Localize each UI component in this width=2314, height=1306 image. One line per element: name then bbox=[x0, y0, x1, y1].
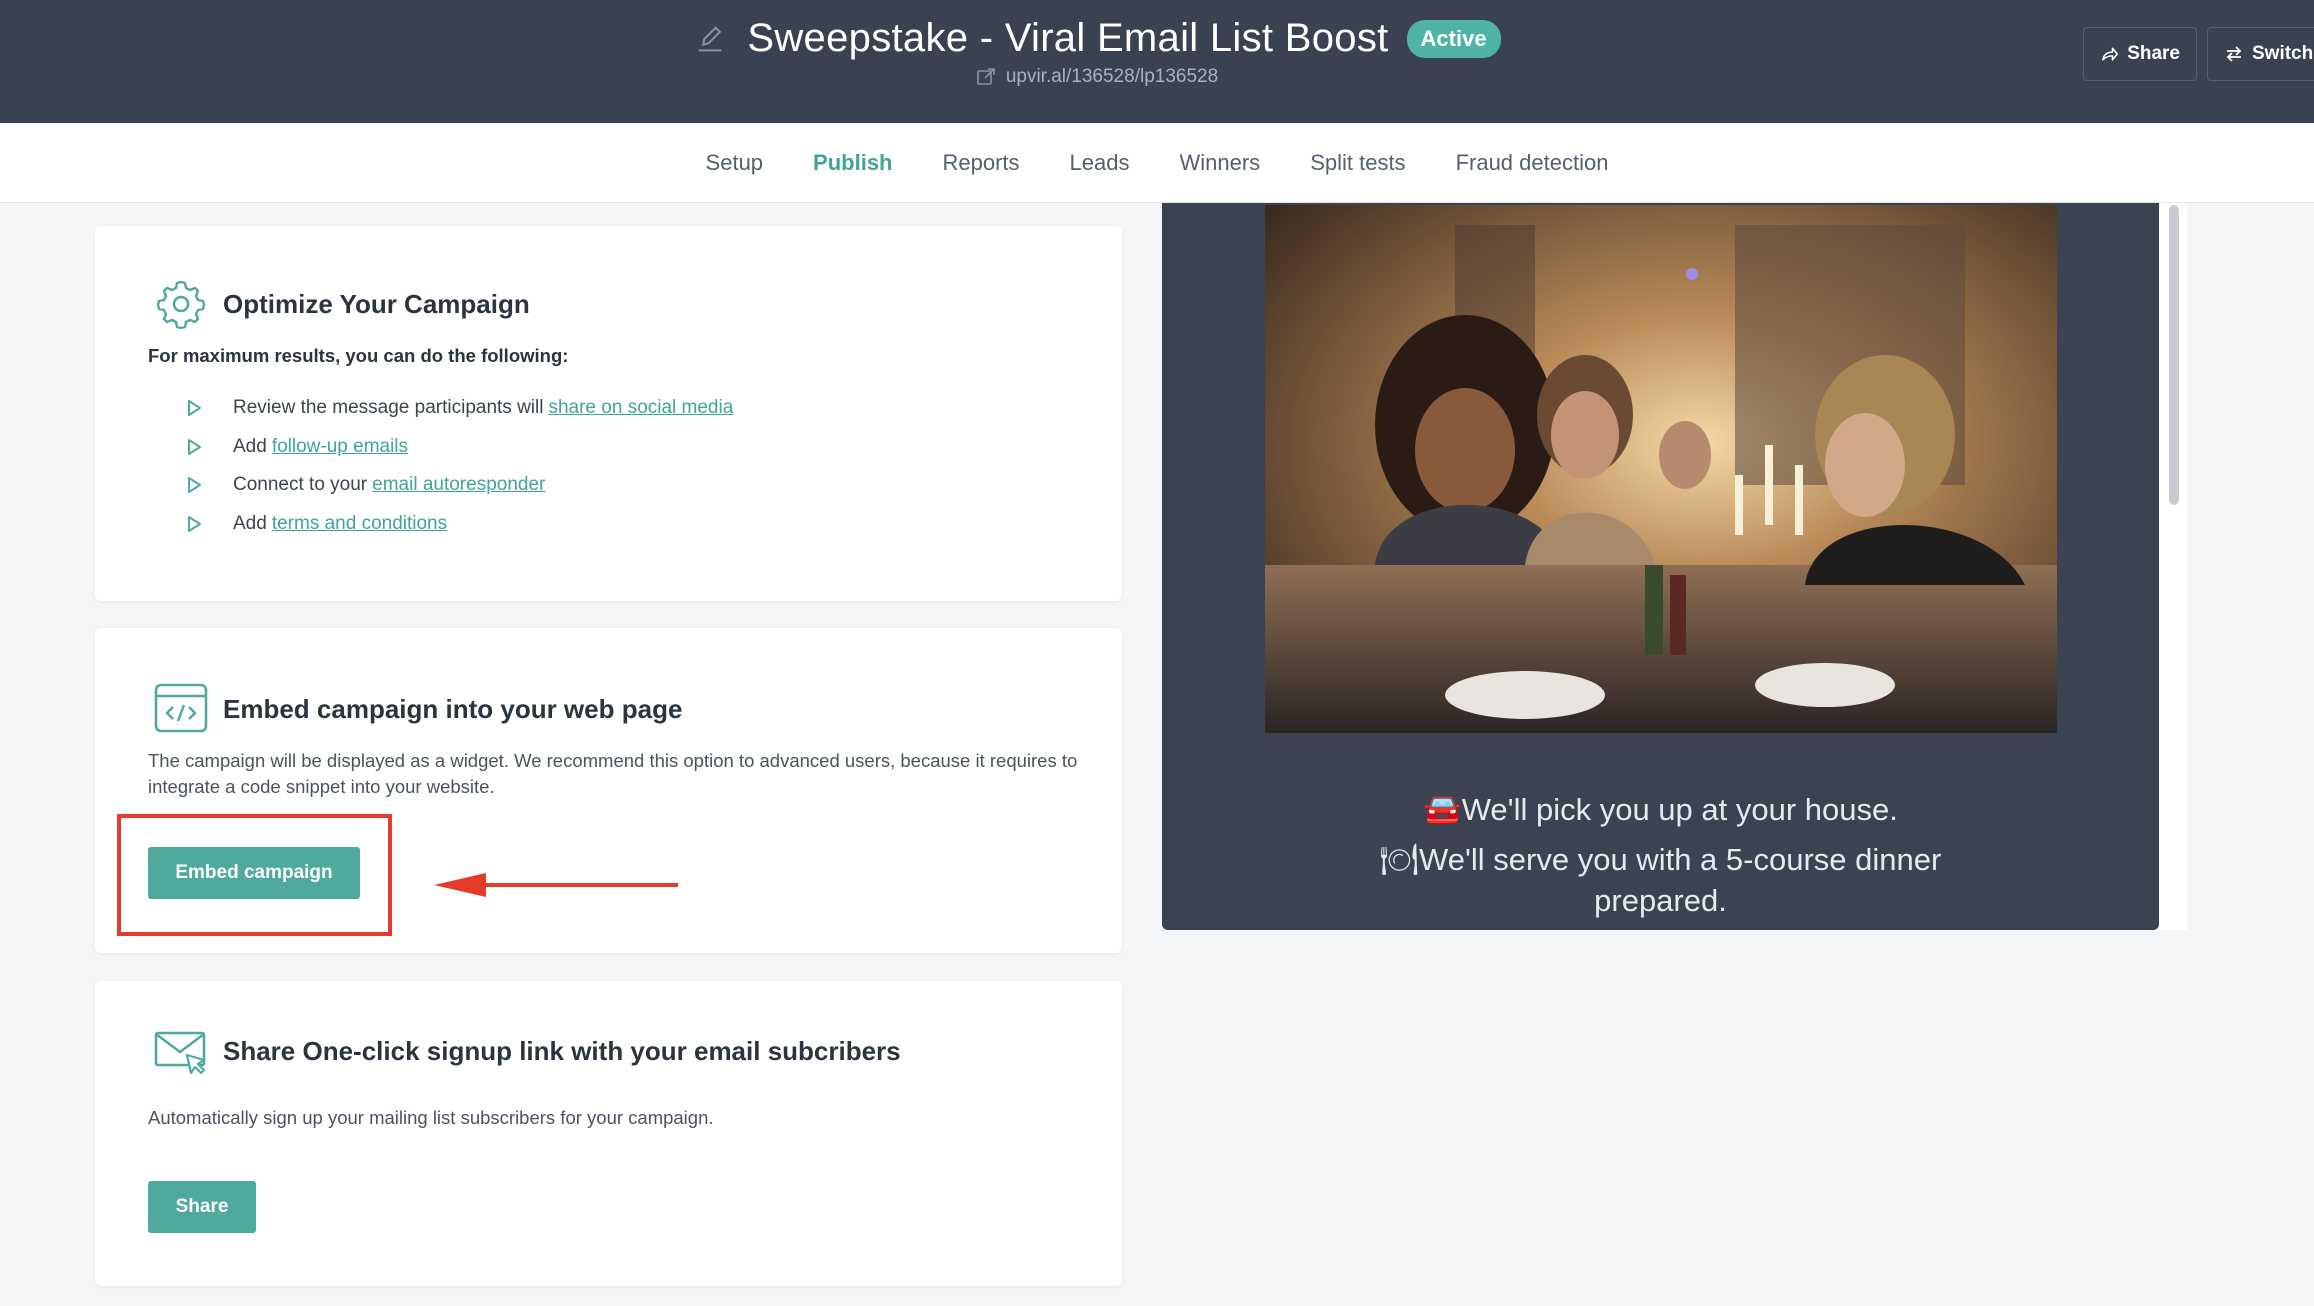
preview-line-dinner: 🍽We'll serve you with a 5-course dinner bbox=[1379, 842, 1942, 877]
tab-winners[interactable]: Winners bbox=[1180, 150, 1261, 176]
tip-text: Add bbox=[233, 435, 267, 457]
optimize-card: Optimize Your Campaign For maximum resul… bbox=[95, 226, 1122, 601]
header-switch-button[interactable]: Switch bbox=[2207, 27, 2314, 81]
list-item: Add terms and conditions bbox=[185, 505, 733, 544]
optimize-subtitle: For maximum results, you can do the foll… bbox=[148, 345, 569, 366]
list-item: Review the message participants will sha… bbox=[185, 389, 733, 428]
preview-scrollbar[interactable] bbox=[2169, 205, 2179, 505]
share-on-social-media-link[interactable]: share on social media bbox=[548, 397, 733, 419]
header-share-label: Share bbox=[2127, 43, 2180, 64]
tab-split-tests[interactable]: Split tests bbox=[1310, 150, 1405, 176]
preview-line-prepared: prepared. bbox=[1594, 883, 1727, 918]
envelope-cursor-icon bbox=[154, 1031, 206, 1075]
campaign-title: Sweepstake - Viral Email List Boost bbox=[747, 16, 1389, 60]
optimize-card-header: Optimize Your Campaign bbox=[153, 276, 530, 332]
preview-line-pickup: 🚘We'll pick you up at your house. bbox=[1423, 792, 1898, 827]
tip-text: Review the message participants will bbox=[233, 397, 544, 419]
highlight-box bbox=[117, 814, 392, 936]
campaign-url[interactable]: upvir.al/136528/lp136528 bbox=[1006, 66, 1218, 88]
tab-setup[interactable]: Setup bbox=[706, 150, 764, 176]
swap-arrows-icon bbox=[2226, 46, 2242, 62]
share-signup-title: Share One-click signup link with your em… bbox=[223, 1035, 901, 1066]
header-switch-label: Switch bbox=[2252, 43, 2314, 64]
top-header: Sweepstake - Viral Email List Boost Acti… bbox=[0, 0, 2314, 123]
share-signup-description: Automatically sign up your mailing list … bbox=[148, 1107, 714, 1128]
embed-title: Embed campaign into your web page bbox=[223, 693, 683, 724]
tab-fraud-detection[interactable]: Fraud detection bbox=[1456, 150, 1609, 176]
tab-leads[interactable]: Leads bbox=[1070, 150, 1130, 176]
play-triangle-icon bbox=[188, 477, 201, 494]
tab-publish[interactable]: Publish bbox=[813, 150, 892, 176]
code-window-icon bbox=[154, 683, 208, 733]
tips-list: Review the message participants will sha… bbox=[185, 389, 733, 543]
play-triangle-icon bbox=[188, 400, 201, 417]
gear-icon bbox=[156, 280, 206, 330]
terms-and-conditions-link[interactable]: terms and conditions bbox=[272, 513, 447, 535]
share-signup-card: Share One-click signup link with your em… bbox=[95, 981, 1122, 1286]
share-signup-button[interactable]: Share bbox=[148, 1181, 256, 1233]
header-share-button[interactable]: Share bbox=[2083, 27, 2197, 81]
external-link-icon bbox=[977, 68, 995, 85]
embed-description: The campaign will be displayed as a widg… bbox=[148, 750, 1078, 797]
share-card-header: Share One-click signup link with your em… bbox=[153, 1023, 901, 1079]
follow-up-emails-link[interactable]: follow-up emails bbox=[272, 436, 408, 458]
list-item: Connect to your email autoresponder bbox=[185, 466, 733, 505]
optimize-title: Optimize Your Campaign bbox=[223, 288, 530, 319]
tab-bar: Setup Publish Reports Leads Winners Spli… bbox=[0, 123, 2314, 203]
tip-text: Add bbox=[233, 512, 267, 534]
status-badge: Active bbox=[1406, 19, 1501, 58]
list-item: Add follow-up emails bbox=[185, 428, 733, 467]
tip-text: Connect to your bbox=[233, 474, 368, 496]
campaign-preview: 🚘We'll pick you up at your house. 🍽We'll… bbox=[1162, 203, 2159, 930]
red-arrow-icon bbox=[434, 873, 678, 897]
campaign-url-row[interactable]: upvir.al/136528/lp136528 bbox=[0, 66, 2314, 88]
dinner-party-photo bbox=[1265, 205, 2057, 733]
share-arrow-icon bbox=[2102, 47, 2119, 61]
embed-card-header: Embed campaign into your web page bbox=[153, 681, 682, 737]
pencil-icon[interactable] bbox=[693, 22, 727, 56]
play-triangle-icon bbox=[188, 438, 201, 455]
tab-reports[interactable]: Reports bbox=[943, 150, 1020, 176]
title-row: Sweepstake - Viral Email List Boost Acti… bbox=[0, 16, 2314, 61]
email-autoresponder-link[interactable]: email autoresponder bbox=[372, 474, 545, 496]
cursor-dot bbox=[1686, 268, 1698, 280]
play-triangle-icon bbox=[188, 515, 201, 532]
